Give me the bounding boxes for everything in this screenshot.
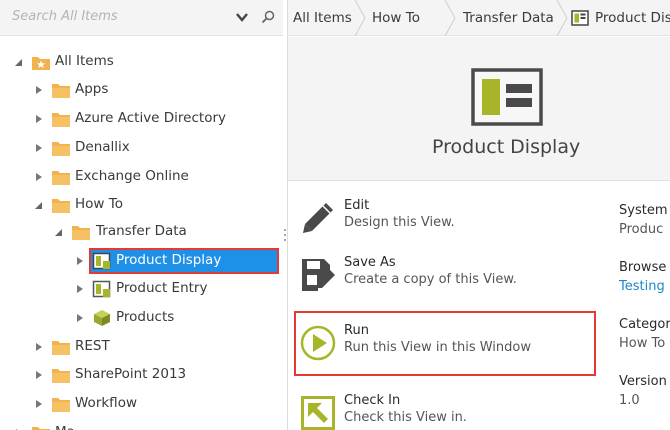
star-folder-icon	[32, 57, 50, 70]
breadcrumb-separator-icon	[556, 0, 568, 36]
tree-item-label: Azure Active Directory	[75, 110, 226, 126]
collapsed-triangle-icon[interactable]	[34, 370, 44, 380]
folder-icon	[52, 171, 70, 185]
tree-item-denallix[interactable]: Denallix	[0, 135, 283, 161]
breadcrumb-all-items[interactable]: All Items	[293, 0, 352, 36]
view-large-icon	[471, 68, 543, 126]
run-play-icon	[300, 325, 336, 361]
version-value: 1.0	[619, 393, 640, 408]
run-action-description: Run this View in this Window	[344, 340, 531, 355]
tree-item-label: Products	[116, 309, 175, 325]
collapsed-triangle-icon[interactable]	[34, 399, 44, 409]
tree-item-label: Product Entry	[116, 280, 208, 296]
tree-item-apps[interactable]: Apps	[0, 77, 283, 103]
browse-field: Browse Testing	[619, 260, 666, 294]
tree-item-how-to[interactable]: How To	[0, 192, 283, 218]
folder-icon	[52, 84, 70, 98]
expanded-triangle-icon[interactable]	[14, 57, 24, 67]
browse-link[interactable]: Testing	[619, 279, 666, 294]
folder-icon	[72, 226, 90, 240]
view-icon	[92, 280, 111, 298]
save-as-action-title: Save As	[344, 255, 396, 270]
folder-icon	[52, 369, 70, 383]
check-in-action-description: Check this View in.	[344, 410, 467, 425]
version-label: Version	[619, 374, 667, 389]
chevron-down-icon[interactable]	[235, 10, 249, 24]
breadcrumb-transfer-data[interactable]: Transfer Data	[463, 0, 554, 36]
breadcrumb: All Items How To Transfer Data Product D…	[288, 0, 670, 36]
browse-label: Browse	[619, 260, 667, 275]
folder-icon	[52, 142, 70, 156]
collapsed-triangle-icon[interactable]	[34, 143, 44, 153]
edit-action-description: Design this View.	[344, 215, 455, 230]
breadcrumb-separator-icon	[354, 0, 366, 36]
search-bar: Search All Items	[0, 0, 283, 36]
folder-icon	[32, 427, 50, 430]
breadcrumb-product-display: Product Display	[595, 10, 670, 26]
tree-item-azure-active-directory[interactable]: Azure Active Directory	[0, 106, 283, 132]
edit-action-title: Edit	[344, 198, 370, 213]
category-label: Categor	[619, 317, 670, 332]
collapsed-triangle-icon[interactable]	[34, 85, 44, 95]
collapsed-triangle-icon[interactable]	[75, 256, 85, 266]
tree-item-label: REST	[75, 338, 110, 354]
version-field: Version 1.0	[619, 374, 667, 408]
tree-item-products[interactable]: Products	[0, 305, 283, 331]
check-in-icon	[301, 396, 335, 430]
tree-item-product-entry[interactable]: Product Entry	[0, 276, 283, 302]
collapsed-triangle-icon[interactable]	[34, 342, 44, 352]
breadcrumb-how-to[interactable]: How To	[372, 0, 420, 36]
collapsed-triangle-icon[interactable]	[34, 114, 44, 124]
tree-item-exchange-online[interactable]: Exchange Online	[0, 164, 283, 190]
folder-icon	[52, 341, 70, 355]
system-name-label: System N	[619, 203, 670, 218]
smartobject-cube-icon	[94, 310, 110, 326]
category-value: How To	[619, 336, 666, 351]
view-icon	[571, 10, 589, 26]
tree-item-label: Product Display	[116, 252, 222, 268]
search-icon[interactable]	[261, 10, 275, 24]
breadcrumb-separator-icon	[444, 0, 456, 36]
collapsed-triangle-icon[interactable]	[34, 172, 44, 182]
tree-item-all-items[interactable]: All Items	[0, 49, 283, 75]
tree-item-rest[interactable]: REST	[0, 334, 283, 360]
view-icon	[92, 252, 111, 270]
tree-item-label: How To	[75, 196, 123, 212]
tree-item-transfer-data[interactable]: Transfer Data	[0, 219, 283, 245]
folder-icon	[52, 398, 70, 412]
save-as-icon	[302, 259, 335, 291]
collapsed-triangle-icon[interactable]	[75, 284, 85, 294]
item-header: Product Display	[288, 37, 670, 181]
tree-item-product-display[interactable]: Product Display	[0, 248, 283, 274]
category-field: Categor How To	[619, 317, 670, 351]
tree-item-workflow[interactable]: Workflow	[0, 391, 283, 417]
tree-item-sharepoint-2013[interactable]: SharePoint 2013	[0, 362, 283, 388]
system-name-field: System N Produc	[619, 203, 670, 237]
folder-icon	[52, 113, 70, 127]
system-name-value: Produc	[619, 222, 664, 237]
tree-item-partial[interactable]: Ma	[0, 420, 283, 430]
tree-item-label: Transfer Data	[96, 223, 187, 239]
tree-item-label: Apps	[75, 81, 109, 97]
left-panel: Search All Items All Items Apps Azure Ac…	[0, 0, 283, 430]
tree-item-label: Ma	[55, 424, 75, 430]
tree-item-label: Workflow	[75, 395, 137, 411]
page-title: Product Display	[432, 136, 581, 158]
tree-item-label: Denallix	[75, 139, 130, 155]
save-as-action-description: Create a copy of this View.	[344, 272, 517, 287]
tree-item-label: Exchange Online	[75, 168, 189, 184]
collapsed-triangle-icon[interactable]	[75, 313, 85, 323]
tree-item-label: All Items	[55, 53, 114, 69]
check-in-action-title: Check In	[344, 393, 401, 408]
tree-item-label: SharePoint 2013	[75, 366, 187, 382]
pencil-icon	[303, 203, 333, 233]
expanded-triangle-icon[interactable]	[34, 200, 44, 210]
run-action-title: Run	[344, 323, 369, 338]
search-input[interactable]: Search All Items	[12, 9, 118, 24]
expanded-triangle-icon[interactable]	[54, 227, 64, 237]
folder-icon	[52, 199, 70, 213]
